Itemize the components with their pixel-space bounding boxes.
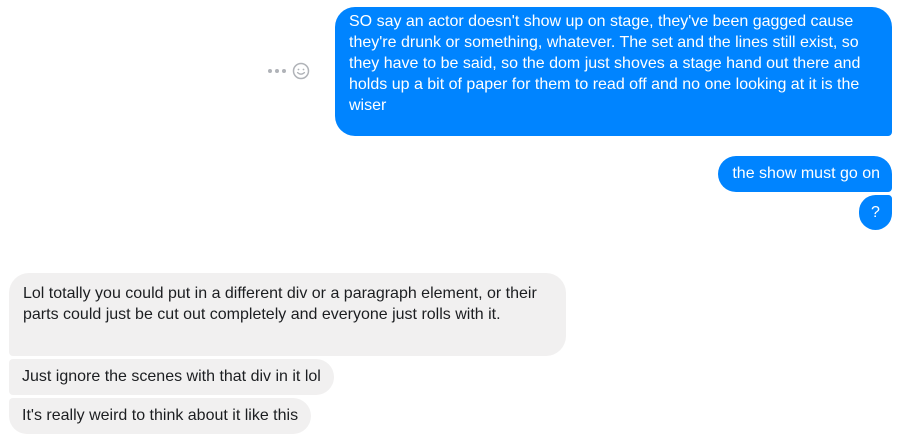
outgoing-message-bubble[interactable]: SO say an actor doesn't show up on stage… [335,7,892,136]
emoji-reaction-icon[interactable] [292,62,310,80]
message-actions [268,60,310,82]
incoming-message-bubble[interactable]: It's really weird to think about it like… [9,398,312,434]
more-icon[interactable] [268,69,286,73]
incoming-message-bubble[interactable]: Just ignore the scenes with that div in … [9,359,334,395]
outgoing-message-bubble[interactable]: the show must go on [718,156,892,192]
incoming-message-bubble[interactable]: Lol totally you could put in a different… [9,273,566,356]
outgoing-message-bubble[interactable]: ? [859,195,892,230]
